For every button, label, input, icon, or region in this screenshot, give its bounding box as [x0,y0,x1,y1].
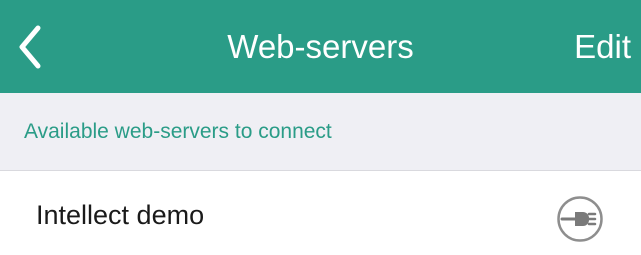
page-title: Web-servers [227,28,414,65]
navigation-bar: Web-servers Edit [0,0,641,93]
server-name: Intellect demo [36,200,205,230]
server-row-intellect-demo[interactable]: Intellect demo [0,171,641,255]
connect-button[interactable] [556,195,604,243]
section-header: Available web-servers to connect [0,93,641,171]
chevron-left-icon [14,22,54,72]
plug-connect-icon [556,195,604,243]
web-servers-screen: Web-servers Edit Available web-servers t… [0,0,641,255]
back-button[interactable] [14,22,54,72]
section-header-label: Available web-servers to connect [24,120,332,143]
edit-button[interactable]: Edit [574,28,631,66]
